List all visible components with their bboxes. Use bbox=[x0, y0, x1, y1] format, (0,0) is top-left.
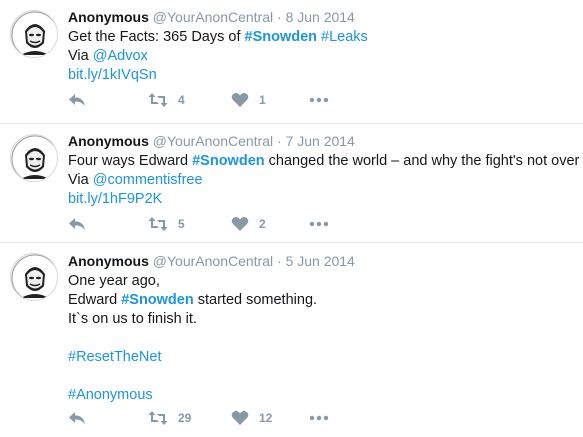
anonymous-mask-avatar-icon bbox=[11, 254, 57, 300]
tweet-date[interactable]: 5 Jun 2014 bbox=[286, 253, 355, 269]
tweet-header: Anonymous @YourAnonCentral · 7 Jun 2014 bbox=[68, 132, 575, 150]
like-button[interactable]: 1 bbox=[231, 90, 266, 110]
text-segment: One year ago, bbox=[68, 273, 160, 289]
like-count: 1 bbox=[259, 93, 266, 107]
hashtag-link[interactable]: #Snowden bbox=[121, 292, 194, 308]
like-button[interactable]: 2 bbox=[231, 214, 266, 234]
tweet[interactable]: Anonymous @YourAnonCentral · 8 Jun 2014 … bbox=[0, 0, 583, 124]
like-button[interactable]: 12 bbox=[231, 408, 272, 428]
more-button[interactable] bbox=[309, 408, 329, 428]
avatar[interactable] bbox=[10, 134, 58, 182]
tweet[interactable]: Anonymous @YourAnonCentral · 7 Jun 2014 … bbox=[0, 124, 583, 243]
text-segment: It`s on us to finish it. bbox=[68, 311, 197, 327]
author-name[interactable]: Anonymous bbox=[68, 253, 149, 269]
author-handle[interactable]: @YourAnonCentral bbox=[153, 253, 273, 269]
tweet-header: Anonymous @YourAnonCentral · 5 Jun 2014 bbox=[68, 252, 575, 270]
tweet-text: Get the Facts: 365 Days of #Snowden #Lea… bbox=[68, 28, 575, 85]
like-count: 2 bbox=[259, 217, 266, 231]
author-handle[interactable]: @YourAnonCentral bbox=[153, 133, 273, 149]
retweet-button[interactable]: 5 bbox=[148, 214, 185, 234]
like-count: 12 bbox=[259, 411, 273, 425]
text-segment: Four ways Edward bbox=[68, 153, 193, 169]
tweet-date[interactable]: 7 Jun 2014 bbox=[286, 133, 355, 149]
author-name[interactable]: Anonymous bbox=[68, 133, 149, 149]
retweet-icon bbox=[148, 93, 168, 107]
hashtag-link[interactable]: #Leaks bbox=[321, 29, 368, 45]
text-segment: Edward bbox=[68, 292, 122, 308]
retweet-button[interactable]: 4 bbox=[148, 90, 185, 110]
reply-icon bbox=[69, 218, 85, 230]
retweet-icon bbox=[148, 217, 168, 231]
tweet-text: Four ways Edward #Snowden changed the wo… bbox=[68, 152, 579, 209]
tweet-text: One year ago, Edward #Snowden started so… bbox=[68, 272, 575, 405]
anonymous-mask-avatar-icon bbox=[11, 135, 57, 181]
text-segment: Via bbox=[68, 48, 93, 64]
hashtag-link[interactable]: #Snowden bbox=[192, 153, 265, 169]
text-segment: Via bbox=[68, 172, 93, 188]
hashtag-link[interactable]: #Anonymous bbox=[68, 387, 153, 403]
separator: · bbox=[277, 9, 286, 25]
url-link[interactable]: bit.ly/1hF9P2K bbox=[68, 191, 162, 207]
more-button[interactable] bbox=[309, 90, 329, 110]
retweet-button[interactable]: 29 bbox=[148, 408, 191, 428]
retweet-count: 29 bbox=[178, 411, 192, 425]
heart-icon bbox=[231, 217, 249, 231]
more-icon bbox=[309, 415, 329, 421]
more-button[interactable] bbox=[309, 214, 329, 234]
heart-icon bbox=[231, 93, 249, 107]
reply-button[interactable] bbox=[68, 90, 86, 110]
reply-icon bbox=[69, 94, 85, 106]
avatar[interactable] bbox=[10, 253, 58, 301]
tweet[interactable]: Anonymous @YourAnonCentral · 5 Jun 2014 … bbox=[0, 243, 583, 437]
author-handle[interactable]: @YourAnonCentral bbox=[153, 9, 273, 25]
mention-link[interactable]: @Advox bbox=[93, 48, 148, 64]
retweet-count: 5 bbox=[178, 217, 185, 231]
author-name[interactable]: Anonymous bbox=[68, 9, 149, 25]
text-segment: started something. bbox=[193, 292, 318, 308]
retweet-icon bbox=[148, 411, 168, 425]
more-icon bbox=[309, 97, 329, 103]
reply-button[interactable] bbox=[68, 214, 86, 234]
separator: · bbox=[277, 133, 286, 149]
text-segment: Get the Facts: 365 Days of bbox=[68, 29, 245, 45]
heart-icon bbox=[231, 411, 249, 425]
hashtag-link[interactable]: #Snowden bbox=[245, 29, 318, 45]
reply-icon bbox=[69, 412, 85, 424]
text-segment: changed the world – and why the fight's … bbox=[264, 153, 580, 169]
tweet-date[interactable]: 8 Jun 2014 bbox=[286, 9, 355, 25]
retweet-count: 4 bbox=[178, 93, 185, 107]
reply-button[interactable] bbox=[68, 408, 86, 428]
anonymous-mask-avatar-icon bbox=[11, 11, 57, 57]
avatar[interactable] bbox=[10, 10, 58, 58]
tweet-header: Anonymous @YourAnonCentral · 8 Jun 2014 bbox=[68, 8, 575, 26]
separator: · bbox=[277, 253, 286, 269]
more-icon bbox=[309, 221, 329, 227]
mention-link[interactable]: @commentisfree bbox=[93, 172, 203, 188]
hashtag-link[interactable]: #ResetTheNet bbox=[68, 349, 162, 365]
url-link[interactable]: bit.ly/1kIVqSn bbox=[68, 67, 157, 83]
